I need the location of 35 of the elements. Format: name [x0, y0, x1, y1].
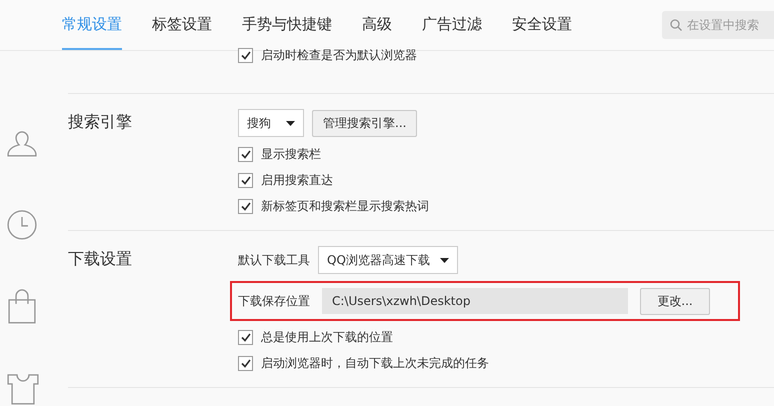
t-shirt-icon	[6, 372, 40, 406]
caret-icon	[440, 258, 449, 262]
dropdown[interactable]: 搜狗	[238, 109, 304, 137]
checkbox[interactable]	[238, 48, 253, 62]
section-title: 下载设置	[68, 248, 133, 270]
tab[interactable]: 广告过滤	[422, 0, 482, 50]
shopping-bag-icon	[6, 288, 38, 324]
checkmark-icon	[240, 202, 250, 210]
checkmark-icon	[240, 358, 250, 368]
search-icon	[670, 19, 682, 31]
checkbox-label: 启用搜索直达	[261, 172, 333, 188]
checkmark-icon	[240, 176, 250, 184]
checkmark-icon	[240, 50, 250, 60]
checkbox-label: 显示搜索栏	[261, 146, 321, 162]
clock-icon	[6, 208, 38, 241]
field-label: 下载保存位置	[238, 292, 310, 310]
field-label: 默认下载工具	[238, 252, 310, 268]
checkmark-icon	[240, 332, 250, 342]
checkbox[interactable]	[238, 330, 253, 344]
checkbox[interactable]	[238, 172, 253, 188]
manage-button[interactable]: 管理搜索引擎...	[312, 110, 418, 136]
dropdown[interactable]: QQ浏览器高速下载	[318, 246, 458, 274]
caret-icon	[286, 120, 295, 126]
change-button[interactable]: 更改...	[640, 288, 710, 314]
checkbox[interactable]	[238, 198, 253, 214]
path-field[interactable]: C:\Users\xzwh\Desktop	[322, 288, 628, 314]
checkbox[interactable]	[238, 146, 253, 162]
checkbox-label: 新标签页和搜索栏显示搜索热词	[261, 198, 429, 214]
checkbox-label: 总是使用上次下载的位置	[261, 328, 393, 346]
tab[interactable]: 安全设置	[512, 0, 572, 50]
section-title: 搜索引擎	[68, 111, 133, 133]
checkbox[interactable]	[238, 356, 253, 370]
tab[interactable]: 标签设置	[152, 0, 212, 50]
checkbox-label: 启动浏览器时，自动下载上次未完成的任务	[261, 354, 489, 372]
checkmark-icon	[240, 150, 250, 158]
